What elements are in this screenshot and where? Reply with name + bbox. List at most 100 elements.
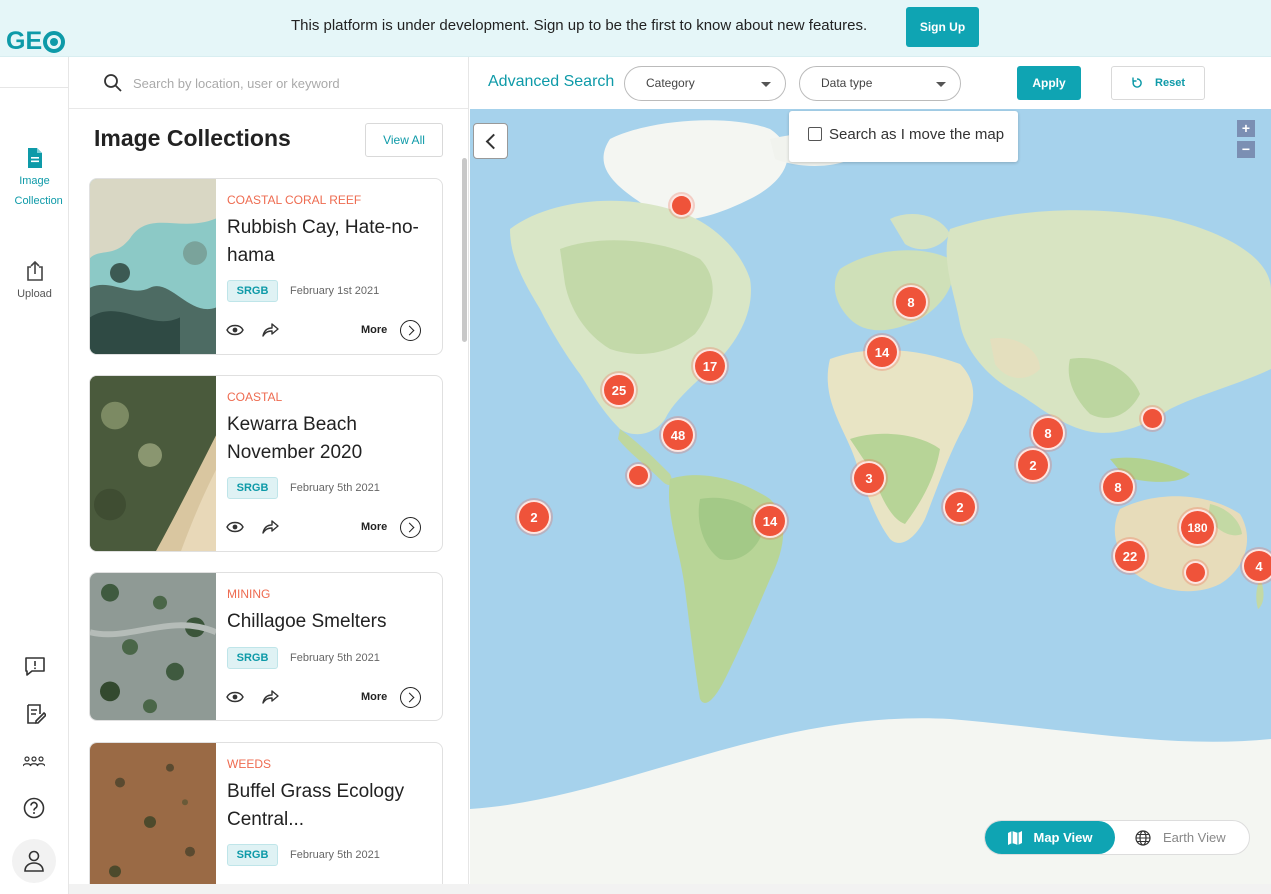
card-title[interactable]: Buffel Grass Ecology Central... [227,778,427,834]
map-marker[interactable] [670,194,693,217]
reset-button[interactable]: Reset [1111,66,1205,100]
feedback-icon[interactable] [24,655,46,677]
more-link[interactable]: More [361,691,387,703]
collection-card[interactable]: COASTAL CORAL REEF Rubbish Cay, Hate-no-… [89,178,443,355]
rail-item-label: Upload [17,288,52,300]
share-icon[interactable] [262,322,280,338]
search-bar [69,57,468,109]
chevron-down-icon [761,82,771,87]
more-link[interactable]: More [361,324,387,336]
map-cluster[interactable]: 17 [693,349,727,383]
map-cluster[interactable]: 8 [894,285,928,319]
map-cluster[interactable]: 2 [943,490,977,524]
advanced-search-link[interactable]: Advanced Search [488,73,614,91]
more-arrow-icon[interactable] [400,687,421,708]
card-tag: SRGB [227,844,278,866]
banner-message: This platform is under development. Sign… [291,17,868,34]
notes-icon[interactable] [24,703,46,725]
map-marker[interactable] [1141,407,1164,430]
eye-icon[interactable] [226,521,244,533]
map-toolbar: Advanced Search Category Data type Apply… [470,57,1271,109]
collection-card[interactable]: MINING Chillagoe Smelters SRGB February … [89,572,443,721]
geo-logo[interactable]: GE [6,27,66,56]
card-category: COASTAL [227,390,283,404]
search-icon[interactable] [103,73,123,93]
collection-card[interactable]: COASTAL Kewarra Beach November 2020 SRGB… [89,375,443,552]
upload-icon [26,260,43,281]
card-date: February 5th 2021 [290,849,380,861]
earth-view-button[interactable]: Earth View [1135,821,1226,854]
map-cluster[interactable]: 2 [517,500,551,534]
map-cluster[interactable]: 2 [1016,448,1050,482]
sign-up-button[interactable]: Sign Up [906,7,979,47]
map-cluster[interactable]: 14 [865,335,899,369]
datatype-select[interactable]: Data type [799,66,961,101]
world-basemap [470,109,1271,884]
logo-o-icon [43,30,66,53]
rail-item-upload[interactable]: Upload [0,260,69,304]
apply-button[interactable]: Apply [1017,66,1081,100]
card-date: February 5th 2021 [290,652,380,664]
collections-panel: Image Collections View All COASTAL CORAL… [69,57,469,884]
collapse-panel-button[interactable] [473,123,508,159]
panel-title: Image Collections [94,125,291,151]
collection-card[interactable]: WEEDS Buffel Grass Ecology Central... SR… [89,742,443,884]
collection-thumbnail[interactable] [90,376,216,551]
more-link[interactable]: More [361,521,387,533]
user-avatar[interactable] [12,839,56,883]
map-icon [1008,830,1023,845]
map-canvas[interactable]: Search as I move the map + − 8 14 17 25 … [470,109,1271,884]
eye-icon[interactable] [226,691,244,703]
map-cluster[interactable]: 8 [1031,416,1065,450]
category-select[interactable]: Category [624,66,786,101]
zoom-out-button[interactable]: − [1237,141,1255,158]
search-as-move-checkbox[interactable] [808,127,822,141]
collection-thumbnail[interactable] [90,179,216,354]
reset-label: Reset [1155,77,1185,89]
more-arrow-icon[interactable] [400,320,421,341]
card-tag: SRGB [227,477,278,499]
map-cluster[interactable]: 4 [1242,549,1271,583]
map-cluster[interactable]: 8 [1101,470,1135,504]
category-select-value: Category [646,76,695,90]
map-cluster[interactable]: 48 [661,418,695,452]
search-input[interactable] [133,71,443,95]
card-category: MINING [227,587,271,601]
top-banner: GE This platform is under development. S… [0,0,1271,57]
card-date: February 5th 2021 [290,482,380,494]
view-all-button[interactable]: View All [365,123,443,157]
collection-thumbnail[interactable] [90,743,216,884]
card-title[interactable]: Rubbish Cay, Hate-no-hama [227,214,427,270]
map-view-label: Map View [1033,830,1093,845]
map-view-button[interactable]: Map View [985,821,1115,854]
card-category: COASTAL CORAL REEF [227,193,362,207]
search-as-move-control[interactable]: Search as I move the map [789,111,1018,162]
globe-icon [1135,829,1151,846]
card-title[interactable]: Chillagoe Smelters [227,608,427,636]
share-icon[interactable] [262,689,280,705]
map-cluster[interactable]: 14 [753,504,787,538]
panel-scrollbar[interactable] [462,158,467,342]
left-rail: Image Collection Upload [0,57,69,894]
search-as-move-label: Search as I move the map [829,126,1005,143]
map-cluster[interactable]: 25 [602,373,636,407]
rail-item-image-collection[interactable]: Image Collection [0,147,69,211]
map-cluster[interactable]: 180 [1179,509,1216,546]
view-toggle: Map View Earth View [984,820,1250,855]
card-category: WEEDS [227,757,272,771]
map-marker[interactable] [1184,561,1207,584]
collection-thumbnail[interactable] [90,573,216,720]
datatype-select-value: Data type [821,76,873,90]
map-cluster[interactable]: 22 [1113,539,1147,573]
zoom-in-button[interactable]: + [1237,120,1255,137]
card-title[interactable]: Kewarra Beach November 2020 [227,411,427,467]
community-icon[interactable] [23,755,45,769]
map-cluster[interactable]: 3 [852,461,886,495]
help-icon[interactable] [23,797,45,819]
eye-icon[interactable] [226,324,244,336]
reset-icon [1132,77,1142,88]
share-icon[interactable] [262,519,280,535]
map-marker[interactable] [627,464,650,487]
document-icon [27,148,42,168]
more-arrow-icon[interactable] [400,517,421,538]
